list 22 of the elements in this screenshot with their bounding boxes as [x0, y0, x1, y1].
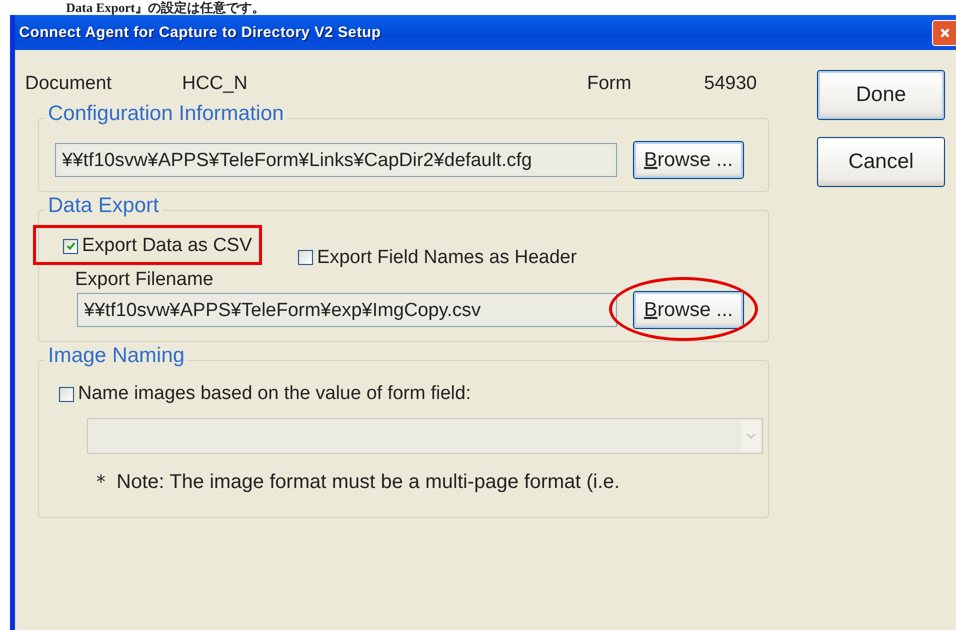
close-icon: [939, 26, 951, 38]
browse-button[interactable]: Browse ...: [633, 141, 744, 179]
browse-button[interactable]: Browse ...: [633, 291, 744, 329]
dialog-button[interactable]: Cancel: [817, 137, 945, 187]
group-title: Image Naming: [45, 344, 188, 368]
caption-text: Data Export』の設定は任意です。: [65, 0, 266, 15]
field-label: Form: [587, 73, 632, 95]
window-title: Connect Agent for Capture to Directory V2 Setup: [19, 24, 381, 41]
checkbox[interactable]: Export Field Names as Header: [298, 246, 577, 268]
dialog-button[interactable]: Done: [817, 70, 945, 120]
check-icon: [66, 241, 76, 251]
field-value: 54930: [704, 73, 758, 95]
field-value: HCC_N: [182, 73, 248, 95]
checkbox[interactable]: Name images based on the value of form field:: [59, 383, 471, 405]
note-text: ＊ Note: The image format must be a multi-page format (i.e.: [90, 470, 621, 494]
field-label: Export Filename: [74, 269, 214, 291]
group-title: Configuration Information: [45, 102, 287, 126]
path-field[interactable]: ¥¥tf10svw¥APPS¥TeleForm¥exp¥ImgCopy.csv: [77, 293, 617, 327]
close-button[interactable]: [932, 20, 956, 46]
field-label: Document: [25, 73, 113, 95]
path-field[interactable]: ¥¥tf10svw¥APPS¥TeleForm¥Links¥CapDir2¥default.cfg: [55, 143, 617, 177]
checkbox[interactable]: Export Data as CSV: [63, 235, 252, 257]
